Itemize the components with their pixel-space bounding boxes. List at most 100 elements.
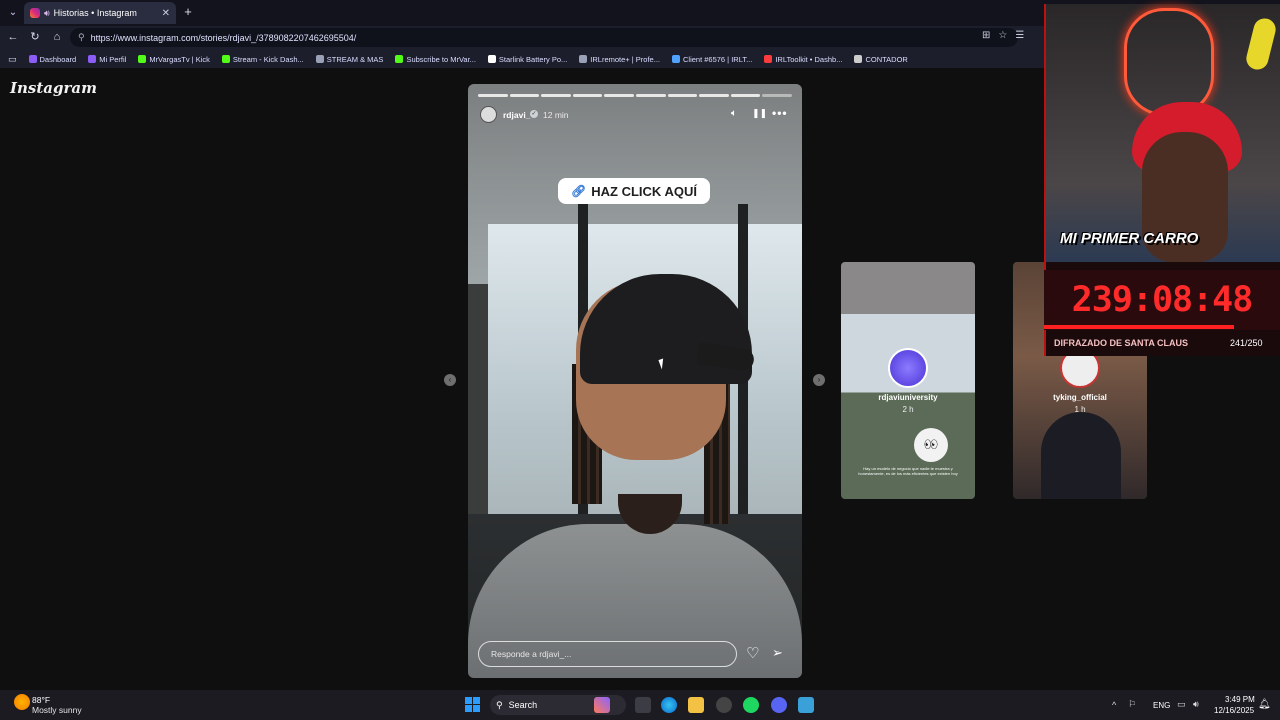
sun-weather-icon[interactable]: [14, 694, 30, 710]
bookmark-label: Client #6576 | IRLT...: [682, 54, 753, 64]
weather-condition[interactable]: Mostly sunny: [32, 705, 82, 715]
close-tab-icon[interactable]: ✕: [162, 8, 170, 19]
language-indicator[interactable]: ENG: [1153, 701, 1170, 710]
windows-start-icon[interactable]: [465, 697, 480, 712]
bookmarks-bar: ▭ Dashboard Mi Perfil MrVargasTv | Kick Str…: [0, 50, 1045, 68]
story-avatar[interactable]: [480, 106, 497, 123]
search-icon: ⚲: [496, 699, 503, 710]
bookmark-favicon-icon: [88, 55, 97, 63]
send-icon[interactable]: ➢: [772, 645, 783, 661]
instagram-favicon-icon: [30, 8, 40, 18]
bookmark-label: Stream - Kick Dash...: [232, 54, 304, 64]
bookmark-label: MrVargasTv | Kick: [149, 54, 210, 64]
bookmark-item[interactable]: IRLToolkit • Dashb...: [764, 55, 842, 64]
instagram-logo[interactable]: Instagram: [10, 79, 97, 97]
bookmark-favicon-icon: [395, 55, 404, 63]
bookmark-item[interactable]: STREAM & MAS: [315, 54, 384, 64]
bookmark-favicon-icon: [671, 55, 680, 63]
story-progress-bar: [478, 94, 792, 97]
bookmark-label: Subscribe to MrVar...: [406, 54, 476, 64]
overlay-banner: MI PRIMER CARRO: [1060, 230, 1199, 247]
site-info-icon[interactable]: ⚲: [78, 32, 85, 43]
tab-title: Historias • Instagram: [53, 8, 137, 18]
bookmark-item[interactable]: MrVargasTv | Kick: [138, 55, 210, 64]
link-sticker-text: HAZ CLICK AQUÍ: [591, 183, 697, 199]
goal-label: DIFRAZADO DE SANTA CLAUS: [1054, 338, 1188, 348]
speaker-icon[interactable]: 🔊︎: [44, 8, 50, 19]
url-text: https://www.instagram.com/stories/rdjavi…: [90, 32, 357, 43]
bookmark-label: Starlink Battery Po...: [498, 54, 568, 64]
more-options-icon[interactable]: •••: [772, 106, 788, 120]
new-tab-button[interactable]: +: [180, 4, 196, 20]
story-time: 12 min: [543, 110, 569, 120]
favorite-star-icon[interactable]: ☆: [998, 30, 1007, 41]
app-icon[interactable]: [716, 697, 732, 713]
bookmark-item[interactable]: Stream - Kick Dash...: [221, 54, 304, 64]
reload-icon[interactable]: ↻: [28, 30, 42, 44]
url-input[interactable]: ⚲ https://www.instagram.com/stories/rdja…: [70, 28, 1018, 47]
bookmark-label: Mi Perfil: [99, 54, 127, 64]
story-viewer[interactable]: [468, 84, 802, 678]
app-icon[interactable]: [594, 697, 610, 713]
next-story-icon[interactable]: ›: [813, 374, 825, 386]
bookmark-item[interactable]: IRLremote+ | Profe...: [579, 55, 660, 64]
home-icon[interactable]: ⌂: [50, 30, 64, 44]
banana-icon: [1244, 16, 1278, 72]
link-icon: 🔗︎: [571, 184, 587, 198]
volume-tray-icon[interactable]: 🔊︎: [1193, 699, 1199, 710]
story-time: 1 h: [1074, 405, 1086, 414]
pause-icon[interactable]: ❚❚: [752, 108, 767, 119]
network-icon[interactable]: ⚐: [1128, 699, 1136, 709]
like-heart-icon[interactable]: ♡: [746, 644, 759, 662]
task-view-icon[interactable]: [635, 697, 651, 713]
bookmark-label: STREAM & MAS: [326, 54, 384, 64]
clock-time[interactable]: 3:49 PM: [1225, 695, 1255, 704]
wifi-icon[interactable]: ▭: [1177, 699, 1186, 710]
bookmark-label: Dashboard: [39, 54, 77, 64]
clock-date[interactable]: 12/16/2025: [1214, 706, 1254, 715]
bookmark-item[interactable]: Dashboard: [28, 54, 77, 64]
bookmark-favicon-icon: [854, 55, 863, 63]
show-hidden-icons-icon[interactable]: ^: [1112, 700, 1116, 710]
bookmark-item[interactable]: CONTADOR: [854, 54, 908, 64]
bookmarks-menu-icon[interactable]: ▭: [8, 54, 17, 65]
bookmark-label: CONTADOR: [865, 54, 908, 64]
goal-count: 241/250: [1230, 338, 1263, 348]
bookmark-favicon-icon: [579, 55, 588, 63]
bookmark-label: IRLremote+ | Profe...: [590, 54, 660, 64]
goal-progress-bar: [1044, 325, 1234, 329]
spotify-icon[interactable]: [743, 697, 759, 713]
extensions-icon[interactable]: ☰: [1015, 30, 1024, 41]
file-explorer-icon[interactable]: [688, 697, 704, 713]
story-username[interactable]: rdjavi_: [503, 110, 530, 120]
bookmark-item[interactable]: Subscribe to MrVar...: [395, 54, 476, 64]
person-silhouette: [1041, 412, 1121, 499]
tray-icons: ⚐: [1128, 699, 1136, 710]
reply-input[interactable]: Responde a rdjavi_...: [478, 641, 737, 667]
bookmark-item[interactable]: Mi Perfil: [88, 55, 126, 64]
bookmark-item[interactable]: Client #6576 | IRLT...: [671, 54, 753, 64]
story-username: tyking_official: [1053, 393, 1107, 402]
previous-story-icon[interactable]: ‹: [444, 374, 456, 386]
back-icon[interactable]: ←: [6, 30, 20, 44]
bookmark-favicon-icon: [315, 55, 324, 63]
volume-icon[interactable]: 🔈︎: [731, 108, 737, 119]
bookmark-favicon-icon: [764, 55, 773, 63]
discord-icon[interactable]: [771, 697, 787, 713]
app-available-icon[interactable]: ⊞: [982, 30, 990, 41]
browser-tab[interactable]: 🔊︎ Historias • Instagram ✕: [24, 2, 176, 24]
notification-bell-icon[interactable]: 🔔︎: [1258, 699, 1271, 710]
address-bar-actions: ⊞ ☆ ☰: [982, 30, 1024, 41]
webcam-feed: [1046, 4, 1280, 262]
weather-temperature[interactable]: 88°F: [32, 695, 50, 705]
tab-list-icon[interactable]: ⌄: [4, 4, 22, 22]
verified-badge-icon: ✓: [530, 110, 538, 118]
bookmark-item[interactable]: Starlink Battery Po...: [487, 54, 568, 64]
notepad-icon[interactable]: [798, 697, 814, 713]
story-caption: Hay un modelo de negocio que nadie te mu…: [858, 466, 958, 476]
link-sticker[interactable]: 🔗︎ HAZ CLICK AQUÍ: [558, 178, 710, 204]
window-pane: [488, 224, 578, 544]
next-story-card[interactable]: rdjaviuniversity 2 h 👀︎ Hay un modelo de…: [841, 262, 975, 499]
bookmark-favicon-icon: [487, 55, 496, 63]
edge-browser-icon[interactable]: [661, 697, 677, 713]
